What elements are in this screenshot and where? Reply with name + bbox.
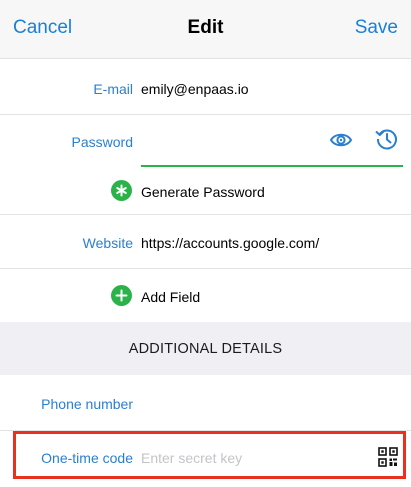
section-title: ADDITIONAL DETAILS bbox=[128, 341, 283, 357]
page-title: Edit bbox=[187, 17, 224, 38]
add-field-button[interactable]: Add Field bbox=[141, 289, 200, 305]
phone-number-label: Phone number bbox=[41, 396, 133, 412]
save-button[interactable]: Save bbox=[355, 17, 398, 39]
website-row[interactable]: Website https://accounts.google.com/ bbox=[0, 215, 411, 268]
password-label: Password bbox=[71, 134, 133, 150]
navigation-bar: Cancel Edit Save bbox=[0, 0, 411, 58]
section-header: ADDITIONAL DETAILS bbox=[0, 322, 411, 375]
one-time-code-label: One-time code bbox=[41, 450, 133, 466]
asterisk-icon bbox=[111, 180, 132, 201]
plus-icon bbox=[111, 285, 132, 306]
email-row[interactable]: E-mail emily@enpaas.io bbox=[0, 59, 411, 114]
generate-password-button[interactable]: Generate Password bbox=[141, 184, 265, 200]
eye-icon[interactable] bbox=[329, 130, 353, 150]
password-row[interactable]: Password bbox=[0, 115, 411, 167]
phone-number-row[interactable]: Phone number bbox=[0, 375, 411, 430]
email-field[interactable]: emily@enpaas.io bbox=[141, 81, 249, 97]
qr-code-icon[interactable] bbox=[378, 447, 398, 467]
email-label: E-mail bbox=[93, 81, 133, 97]
add-field-row[interactable]: Add Field bbox=[0, 269, 411, 322]
history-icon[interactable] bbox=[374, 126, 400, 152]
website-field[interactable]: https://accounts.google.com/ bbox=[141, 235, 319, 251]
one-time-code-row[interactable]: One-time code Enter secret key bbox=[0, 431, 411, 487]
website-label: Website bbox=[82, 235, 133, 251]
one-time-code-input[interactable]: Enter secret key bbox=[141, 450, 242, 466]
generate-password-row[interactable]: Generate Password bbox=[0, 167, 411, 214]
